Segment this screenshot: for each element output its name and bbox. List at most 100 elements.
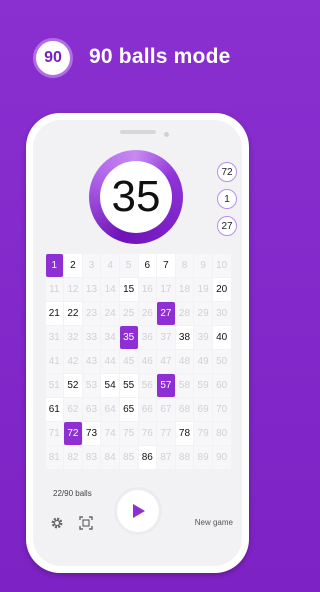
board-cell[interactable]: 20 <box>212 278 231 301</box>
board-cell[interactable]: 73 <box>82 422 101 445</box>
board-cell[interactable]: 80 <box>212 422 231 445</box>
board-cell[interactable]: 16 <box>138 278 157 301</box>
board-cell[interactable]: 46 <box>138 350 157 373</box>
board-cell[interactable]: 31 <box>45 326 64 349</box>
board-cell[interactable]: 24 <box>101 302 119 325</box>
board-cell[interactable]: 45 <box>119 350 138 373</box>
board-cell[interactable]: 21 <box>45 302 64 325</box>
board-cell[interactable]: 23 <box>82 302 101 325</box>
board-cell[interactable]: 32 <box>64 326 82 349</box>
board-cell[interactable]: 47 <box>157 350 175 373</box>
board-cell[interactable]: 28 <box>175 302 194 325</box>
phone-frame: 35 72 1 27 1 2 3 4 5 6 7 8 9 10 11 12 13 14 15 16 17 18 19… <box>26 113 249 573</box>
recent-ball: 27 <box>217 216 237 236</box>
board-cell[interactable]: 50 <box>212 350 231 373</box>
recent-ball-number: 27 <box>221 220 233 232</box>
board-cell[interactable]: 63 <box>82 398 101 421</box>
board-cell[interactable]: 18 <box>175 278 194 301</box>
board-cell[interactable]: 17 <box>157 278 175 301</box>
board-cell[interactable]: 68 <box>175 398 194 421</box>
board-cell[interactable]: 57 <box>157 374 175 397</box>
board-cell[interactable]: 56 <box>138 374 157 397</box>
board-cell[interactable]: 29 <box>194 302 212 325</box>
board-cell[interactable]: 41 <box>45 350 64 373</box>
board-cell[interactable]: 79 <box>194 422 212 445</box>
board-cell[interactable]: 7 <box>157 254 175 277</box>
board-cell[interactable]: 6 <box>138 254 157 277</box>
board-cell[interactable]: 86 <box>138 446 157 469</box>
board-cell[interactable]: 2 <box>64 254 82 277</box>
board-cell[interactable]: 67 <box>157 398 175 421</box>
board-cell[interactable]: 42 <box>64 350 82 373</box>
board-cell[interactable]: 83 <box>82 446 101 469</box>
board-cell[interactable]: 52 <box>64 374 82 397</box>
board-cell[interactable]: 15 <box>119 278 138 301</box>
board-cell[interactable]: 65 <box>119 398 138 421</box>
board-cell[interactable]: 89 <box>194 446 212 469</box>
settings-icon[interactable] <box>50 516 64 530</box>
board-cell[interactable]: 27 <box>157 302 175 325</box>
board-cell[interactable]: 36 <box>138 326 157 349</box>
board-cell[interactable]: 4 <box>101 254 119 277</box>
board-cell[interactable]: 90 <box>212 446 231 469</box>
current-ball: 35 <box>89 150 183 244</box>
board-cell[interactable]: 54 <box>101 374 119 397</box>
board-cell[interactable]: 26 <box>138 302 157 325</box>
board-cell[interactable]: 53 <box>82 374 101 397</box>
board-cell[interactable]: 88 <box>175 446 194 469</box>
board-cell[interactable]: 3 <box>82 254 101 277</box>
board-cell[interactable]: 55 <box>119 374 138 397</box>
board-cell[interactable]: 25 <box>119 302 138 325</box>
board-cell[interactable]: 37 <box>157 326 175 349</box>
board-cell[interactable]: 87 <box>157 446 175 469</box>
scan-icon[interactable] <box>79 516 93 530</box>
board-cell[interactable]: 70 <box>212 398 231 421</box>
board-cell[interactable]: 85 <box>119 446 138 469</box>
board-cell[interactable]: 64 <box>101 398 119 421</box>
board-cell[interactable]: 74 <box>101 422 119 445</box>
board-cell[interactable]: 13 <box>82 278 101 301</box>
board-cell[interactable]: 22 <box>64 302 82 325</box>
board-cell[interactable]: 71 <box>45 422 64 445</box>
board-cell[interactable]: 62 <box>64 398 82 421</box>
board-cell[interactable]: 34 <box>101 326 119 349</box>
board-cell[interactable]: 35 <box>119 326 138 349</box>
board-cell[interactable]: 48 <box>175 350 194 373</box>
board-cell[interactable]: 5 <box>119 254 138 277</box>
board-cell[interactable]: 38 <box>175 326 194 349</box>
new-game-button[interactable]: New game <box>195 518 233 527</box>
board-cell[interactable]: 78 <box>175 422 194 445</box>
board-cell[interactable]: 40 <box>212 326 231 349</box>
board-cell[interactable]: 44 <box>101 350 119 373</box>
board-cell[interactable]: 33 <box>82 326 101 349</box>
board-cell[interactable]: 76 <box>138 422 157 445</box>
board-cell[interactable]: 9 <box>194 254 212 277</box>
board-cell[interactable]: 43 <box>82 350 101 373</box>
board-cell[interactable]: 60 <box>212 374 231 397</box>
board-cell[interactable]: 75 <box>119 422 138 445</box>
phone-speaker <box>119 130 156 134</box>
board-cell[interactable]: 58 <box>175 374 194 397</box>
board-cell[interactable]: 59 <box>194 374 212 397</box>
board-cell[interactable]: 10 <box>212 254 231 277</box>
board-cell[interactable]: 14 <box>101 278 119 301</box>
board-cell[interactable]: 51 <box>45 374 64 397</box>
board-cell[interactable]: 77 <box>157 422 175 445</box>
board-cell[interactable]: 1 <box>45 254 64 277</box>
play-button[interactable] <box>117 490 159 532</box>
board-cell[interactable]: 66 <box>138 398 157 421</box>
board-cell[interactable]: 12 <box>64 278 82 301</box>
ball-count-status: 22/90 balls <box>53 489 92 498</box>
board-cell[interactable]: 81 <box>45 446 64 469</box>
board-cell[interactable]: 49 <box>194 350 212 373</box>
board-cell[interactable]: 61 <box>45 398 64 421</box>
board-cell[interactable]: 69 <box>194 398 212 421</box>
board-cell[interactable]: 72 <box>64 422 82 445</box>
board-cell[interactable]: 19 <box>194 278 212 301</box>
board-cell[interactable]: 11 <box>45 278 64 301</box>
board-cell[interactable]: 84 <box>101 446 119 469</box>
board-cell[interactable]: 30 <box>212 302 231 325</box>
board-cell[interactable]: 82 <box>64 446 82 469</box>
board-cell[interactable]: 8 <box>175 254 194 277</box>
board-cell[interactable]: 39 <box>194 326 212 349</box>
